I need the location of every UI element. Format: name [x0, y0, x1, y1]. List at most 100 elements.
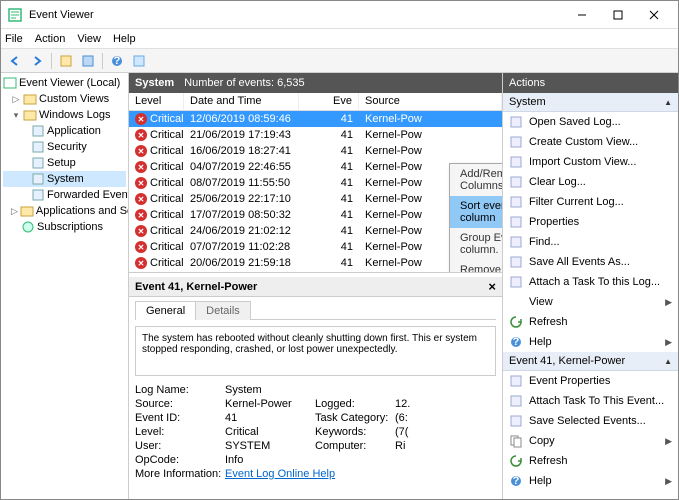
show-pane-button[interactable] [56, 51, 76, 71]
menu-view[interactable]: View [77, 33, 101, 45]
tree-log-security[interactable]: Security [3, 139, 126, 155]
column-context-menu: Add/Remove Columns... Sort events by thi… [449, 163, 502, 273]
action-item[interactable]: Properties [503, 212, 678, 232]
submenu-icon: ▶ [665, 337, 672, 348]
col-eventid[interactable]: Eve [299, 93, 359, 110]
critical-icon: ✕ [135, 177, 147, 189]
action-refresh-event[interactable]: Refresh [503, 451, 678, 471]
menubar: File Action View Help [1, 29, 678, 49]
tree-apps-services[interactable]: ▷Applications and Services Lo [3, 203, 126, 219]
collapse-icon: ▲ [664, 357, 672, 366]
menu-file[interactable]: File [5, 33, 23, 45]
action-icon [509, 135, 523, 149]
action-item[interactable]: Open Saved Log... [503, 112, 678, 132]
col-source[interactable]: Source [359, 93, 502, 110]
action-item[interactable]: Save Selected Events... [503, 411, 678, 431]
center-pane: System Number of events: 6,535 Level Dat… [129, 73, 503, 499]
online-help-link[interactable]: Event Log Online Help [225, 468, 425, 480]
properties-button[interactable] [78, 51, 98, 71]
minimize-button[interactable] [564, 3, 600, 27]
actions-section-event[interactable]: Event 41, Kernel-Power▲ [503, 352, 678, 371]
toolbar-separator [102, 53, 103, 69]
actions-section-system[interactable]: System▲ [503, 93, 678, 112]
tree-custom-views[interactable]: ▷Custom Views [3, 91, 126, 107]
ctx-remove-sorting[interactable]: Remove Sorting [450, 260, 502, 273]
col-level[interactable]: Level [129, 93, 184, 110]
action-help-event[interactable]: ?Help▶ [503, 471, 678, 491]
tab-details[interactable]: Details [195, 301, 251, 320]
col-datetime[interactable]: Date and Time [184, 93, 299, 110]
action-item[interactable]: Save All Events As... [503, 252, 678, 272]
tree-log-setup[interactable]: Setup [3, 155, 126, 171]
table-row[interactable]: ✕Critical12/06/2019 08:59:4641Kernel-Pow [129, 111, 502, 127]
event-properties: Log Name:System Source:Kernel-PowerLogge… [135, 384, 496, 480]
action-item[interactable]: Attach Task To This Event... [503, 391, 678, 411]
submenu-icon: ▶ [665, 476, 672, 487]
table-row[interactable]: ✕Critical16/06/2019 18:27:4141Kernel-Pow [129, 143, 502, 159]
action-icon [509, 275, 523, 289]
close-button[interactable] [636, 3, 672, 27]
detail-close[interactable]: × [488, 279, 496, 294]
detail-pane: General Details The system has rebooted … [129, 297, 502, 499]
action-item[interactable]: Clear Log... [503, 172, 678, 192]
action-copy[interactable]: Copy▶ [503, 431, 678, 451]
action-icon [509, 175, 523, 189]
ctx-add-remove-columns[interactable]: Add/Remove Columns... [450, 164, 502, 196]
action-icon [509, 394, 523, 408]
action-item[interactable]: Filter Current Log... [503, 192, 678, 212]
action-refresh[interactable]: Refresh [503, 312, 678, 332]
tree-root[interactable]: Event Viewer (Local) [3, 75, 126, 91]
table-row[interactable]: ✕Critical20/06/2019 21:59:1841Kernel-Pow [129, 255, 502, 271]
back-button[interactable] [5, 51, 25, 71]
action-view[interactable]: View▶ [503, 292, 678, 312]
table-row[interactable]: ✕Critical24/06/2019 21:02:1241Kernel-Pow [129, 223, 502, 239]
toolbar: ? [1, 49, 678, 73]
table-row[interactable]: ✕Critical23/06/2019 09:15:5641Kernel-Pow [129, 271, 502, 273]
ctx-sort-events[interactable]: Sort events by this column [450, 196, 502, 228]
ctx-group-events[interactable]: Group Events by this column. [450, 228, 502, 260]
system-title: System [135, 77, 174, 89]
forward-button[interactable] [27, 51, 47, 71]
menu-action[interactable]: Action [35, 33, 66, 45]
critical-icon: ✕ [135, 225, 147, 237]
maximize-button[interactable] [600, 3, 636, 27]
tree-windows-logs[interactable]: ▾Windows Logs [3, 107, 126, 123]
svg-text:?: ? [513, 475, 520, 487]
action-item[interactable]: Find... [503, 232, 678, 252]
action-item[interactable]: Import Custom View... [503, 152, 678, 172]
critical-icon: ✕ [135, 209, 147, 221]
table-row[interactable]: ✕Critical21/06/2019 17:19:4341Kernel-Pow [129, 127, 502, 143]
action-item[interactable]: Attach a Task To this Log... [503, 272, 678, 292]
table-row[interactable]: ✕Critical25/06/2019 22:17:1041Kernel-Pow [129, 191, 502, 207]
expand-icon[interactable]: ▷ [11, 94, 21, 105]
action-icon [509, 374, 523, 388]
refresh-button[interactable] [129, 51, 149, 71]
help-button[interactable]: ? [107, 51, 127, 71]
table-row[interactable]: ✕Critical04/07/2019 22:46:5541Kernel-Pow [129, 159, 502, 175]
table-row[interactable]: ✕Critical08/07/2019 11:55:5041Kernel-Pow [129, 175, 502, 191]
actions-pane: Actions System▲ Open Saved Log...Create … [503, 73, 678, 499]
collapse-icon[interactable]: ▾ [11, 110, 21, 121]
action-help[interactable]: ?Help▶ [503, 332, 678, 352]
tree-log-application[interactable]: Application [3, 123, 126, 139]
detail-title: Event 41, Kernel-Power [135, 281, 257, 293]
event-count-label: Number of events: 6,535 [184, 77, 304, 89]
action-icon [509, 235, 523, 249]
tree-pane: Event Viewer (Local) ▷Custom Views ▾Wind… [1, 73, 129, 499]
tree-subscriptions[interactable]: Subscriptions [3, 219, 126, 235]
table-row[interactable]: ✕Critical07/07/2019 11:02:2841Kernel-Pow [129, 239, 502, 255]
menu-help[interactable]: Help [113, 33, 136, 45]
expand-icon[interactable]: ▷ [11, 206, 18, 217]
table-row[interactable]: ✕Critical17/07/2019 08:50:3241Kernel-Pow [129, 207, 502, 223]
toolbar-separator [51, 53, 52, 69]
event-message: The system has rebooted without cleanly … [135, 326, 496, 376]
app-icon [7, 7, 23, 23]
actions-header: Actions [503, 73, 678, 93]
tree-log-forwarded[interactable]: Forwarded Events [3, 187, 126, 203]
action-item[interactable]: Event Properties [503, 371, 678, 391]
tab-general[interactable]: General [135, 301, 196, 320]
tree-log-system[interactable]: System [3, 171, 126, 187]
action-icon [509, 414, 523, 428]
action-item[interactable]: Create Custom View... [503, 132, 678, 152]
svg-text:?: ? [513, 336, 520, 348]
